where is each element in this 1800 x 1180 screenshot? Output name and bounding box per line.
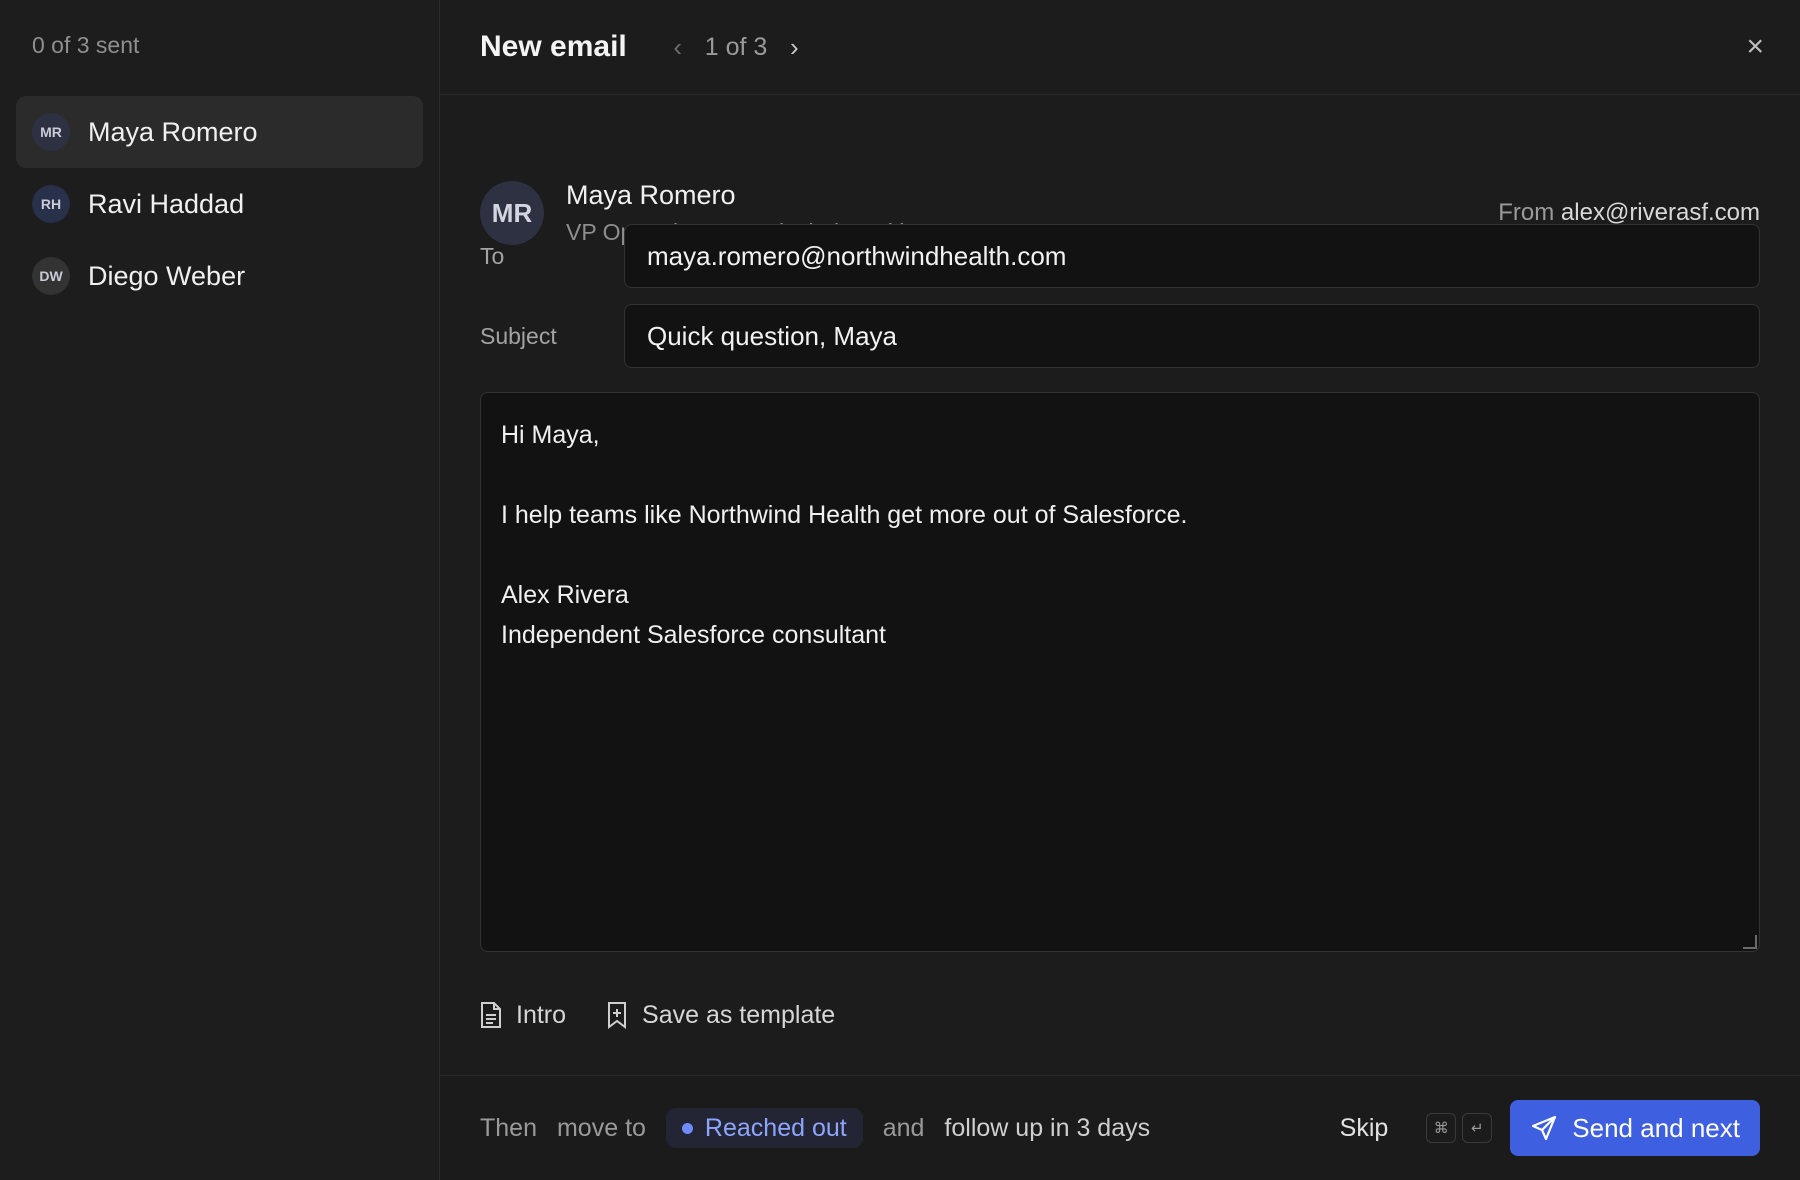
command-key-icon: ⌘ bbox=[1426, 1113, 1457, 1143]
document-icon bbox=[481, 1002, 501, 1028]
send-and-next-button[interactable]: Send and next bbox=[1510, 1100, 1760, 1156]
compose-footer: Then move to Reached out and follow up i… bbox=[440, 1075, 1800, 1180]
chevron-right-icon[interactable]: › bbox=[777, 32, 811, 63]
stage-label: Reached out bbox=[704, 1113, 847, 1142]
to-row: To bbox=[480, 224, 1760, 288]
avatar: MR bbox=[32, 113, 70, 151]
to-label: To bbox=[480, 242, 505, 269]
from-label: From bbox=[1498, 199, 1555, 226]
email-body-editor[interactable]: Hi Maya, I help teams like Northwind Hea… bbox=[480, 392, 1760, 952]
compose-panel: New email ‹ 1 of 3 › × MR Maya Romero VP… bbox=[440, 0, 1800, 1180]
body-line bbox=[501, 455, 1739, 495]
template-intro-button[interactable]: Intro bbox=[480, 1001, 566, 1030]
chevron-left-icon[interactable]: ‹ bbox=[661, 32, 695, 63]
from-address[interactable]: From alex@riverasf.com bbox=[1498, 199, 1760, 227]
recipient-item-ravi-haddad[interactable]: RH Ravi Haddad bbox=[16, 168, 423, 240]
recipients-sidebar: 0 of 3 sent MR Maya Romero RH Ravi Hadda… bbox=[0, 0, 440, 1180]
contact-name: Maya Romero bbox=[566, 180, 736, 210]
stage-selector[interactable]: Reached out bbox=[665, 1108, 863, 1148]
body-line: I help teams like Northwind Health get m… bbox=[501, 501, 1188, 529]
body-line: Independent Salesforce consultant bbox=[501, 621, 886, 649]
compose-tools: Intro Save as template bbox=[480, 990, 875, 1040]
save-as-template-button[interactable]: Save as template bbox=[606, 1001, 835, 1030]
bookmark-plus-icon bbox=[608, 1002, 627, 1029]
recipient-name: Diego Weber bbox=[88, 260, 246, 291]
enter-key-icon: ↵ bbox=[1462, 1113, 1493, 1143]
pager: ‹ 1 of 3 › bbox=[661, 32, 812, 63]
follow-up-selector[interactable]: follow up in 3 days bbox=[944, 1114, 1150, 1143]
avatar: RH bbox=[32, 185, 70, 223]
recipient-item-maya-romero[interactable]: MR Maya Romero bbox=[16, 96, 423, 168]
body-line: Hi Maya, bbox=[501, 421, 600, 449]
compose-header: New email ‹ 1 of 3 › × bbox=[440, 0, 1800, 95]
subject-label: Subject bbox=[480, 322, 557, 349]
resize-handle[interactable] bbox=[1743, 935, 1757, 949]
close-icon[interactable]: × bbox=[1746, 30, 1764, 64]
then-label: Then bbox=[480, 1113, 537, 1142]
page-title: New email bbox=[480, 30, 627, 63]
move-to-label: move to bbox=[556, 1113, 646, 1142]
recipient-item-diego-weber[interactable]: DW Diego Weber bbox=[16, 240, 423, 312]
subject-row: Subject bbox=[480, 304, 1760, 368]
pager-label: 1 of 3 bbox=[704, 32, 768, 61]
body-line: Alex Rivera bbox=[501, 581, 629, 609]
send-icon bbox=[1532, 1115, 1557, 1141]
footer-actions: Skip ⌘ ↵ Send and next bbox=[1340, 1100, 1760, 1156]
avatar: DW bbox=[32, 257, 70, 295]
send-label: Send and next bbox=[1572, 1112, 1740, 1143]
from-email: alex@riverasf.com bbox=[1560, 199, 1760, 226]
body-line bbox=[501, 535, 1739, 575]
to-field[interactable] bbox=[624, 224, 1760, 288]
subject-field[interactable] bbox=[624, 304, 1760, 368]
and-label: and bbox=[882, 1113, 925, 1142]
recipient-name: Maya Romero bbox=[88, 116, 258, 147]
recipient-name: Ravi Haddad bbox=[88, 188, 245, 219]
skip-button[interactable]: Skip bbox=[1340, 1114, 1389, 1143]
save-template-label: Save as template bbox=[642, 1000, 836, 1029]
intro-label: Intro bbox=[516, 1000, 567, 1029]
sent-count: 0 of 3 sent bbox=[32, 32, 140, 58]
stage-dot-icon bbox=[681, 1122, 693, 1134]
email-composer-app: 0 of 3 sent MR Maya Romero RH Ravi Hadda… bbox=[0, 0, 1800, 1180]
